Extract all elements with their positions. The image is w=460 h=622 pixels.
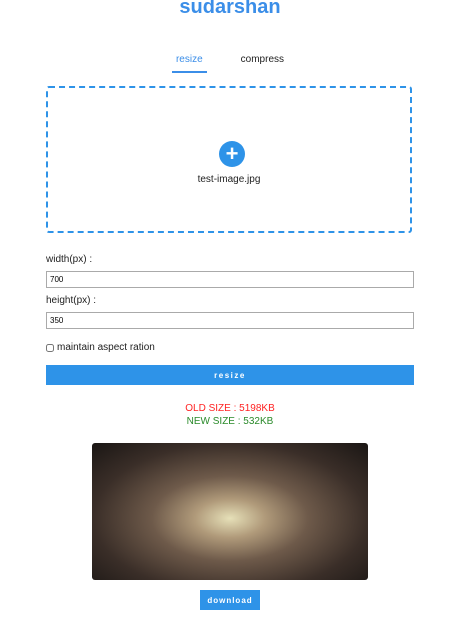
aspect-ratio-checkbox[interactable] bbox=[46, 343, 54, 352]
upload-dropzone[interactable]: + test-image.jpg bbox=[46, 86, 412, 233]
tab-resize[interactable]: resize bbox=[171, 54, 207, 73]
app-title: sudarshan bbox=[179, 0, 281, 18]
plus-icon[interactable]: + bbox=[219, 141, 245, 167]
height-label: height(px) : bbox=[46, 295, 97, 306]
aspect-ratio-option[interactable]: maintain aspect ration bbox=[46, 342, 155, 353]
tab-compress[interactable]: compress bbox=[237, 54, 288, 73]
result-image bbox=[92, 443, 368, 580]
old-size: OLD SIZE : 5198KB bbox=[185, 403, 275, 414]
resize-button[interactable]: resize bbox=[46, 365, 414, 385]
tab-bar: resize compress bbox=[0, 54, 460, 73]
new-size: NEW SIZE : 532KB bbox=[186, 416, 274, 427]
height-input[interactable] bbox=[46, 312, 414, 329]
file-name: test-image.jpg bbox=[197, 174, 261, 185]
width-input[interactable] bbox=[46, 271, 414, 288]
aspect-ratio-label: maintain aspect ration bbox=[57, 342, 155, 353]
width-label: width(px) : bbox=[46, 254, 93, 265]
download-button[interactable]: download bbox=[200, 590, 260, 610]
